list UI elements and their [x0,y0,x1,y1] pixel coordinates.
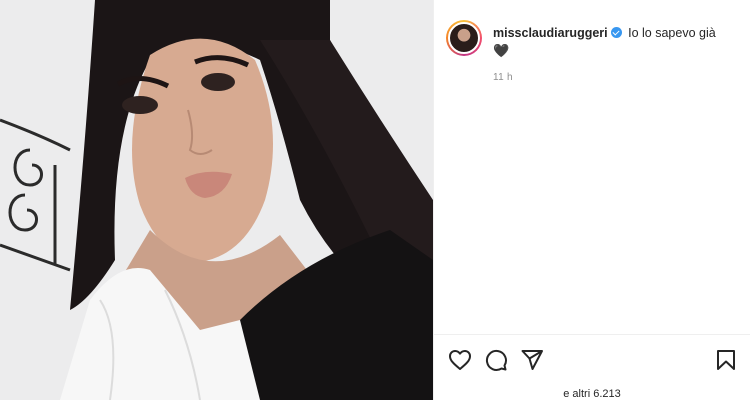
actions-divider [434,334,750,335]
black-heart-emoji: 🖤 [493,43,510,58]
verified-badge-icon [610,27,622,38]
heart-outline-icon[interactable] [448,348,472,372]
post-details-panel: missclaudiaruggeri Io lo sapevo già 🖤 11… [434,0,750,400]
post-actions [448,348,738,374]
caption: missclaudiaruggeri Io lo sapevo già 🖤 [493,20,733,59]
instagram-post: missclaudiaruggeri Io lo sapevo già 🖤 11… [0,0,750,400]
caption-text: Io lo sapevo già [628,26,716,40]
avatar[interactable] [448,22,480,54]
post-photo[interactable] [0,0,433,400]
selfie-illustration [0,0,433,400]
username-link[interactable]: missclaudiaruggeri [493,26,608,40]
likes-count[interactable]: e altri 6.213 [434,388,750,400]
post-timestamp[interactable]: 11 h [493,72,513,83]
comment-bubble-icon[interactable] [484,348,508,372]
paper-plane-icon[interactable] [520,348,544,372]
caption-row: missclaudiaruggeri Io lo sapevo già 🖤 [446,20,738,59]
bookmark-icon[interactable] [714,348,738,372]
avatar-story-ring[interactable] [446,20,482,56]
